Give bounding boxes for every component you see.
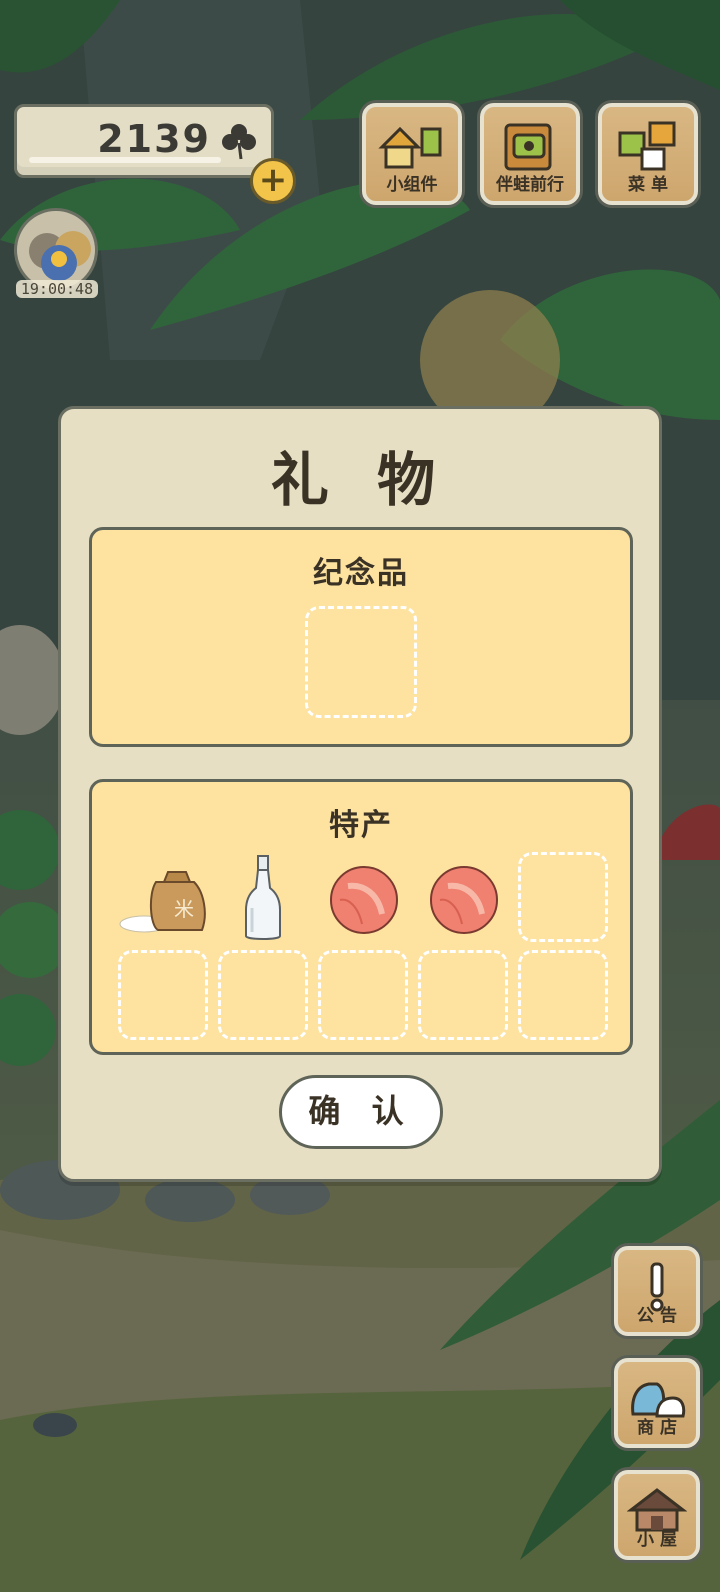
clover-icon [222, 124, 256, 160]
journey-button[interactable]: 伴蛙前行 [480, 103, 580, 205]
peach-icon [330, 866, 398, 934]
menu-button[interactable]: 菜 单 [598, 103, 698, 205]
rice-glyph: 米 [174, 897, 194, 921]
clover-count: 2139 [97, 117, 211, 161]
journey-icon [504, 123, 552, 171]
notice-label: 公 告 [637, 1306, 677, 1326]
clover-counter: 2139 [14, 104, 274, 178]
specialty-slot-6[interactable] [118, 950, 208, 1040]
souvenir-title: 纪念品 [313, 556, 409, 591]
specialty-title: 特产 [329, 808, 393, 843]
specialty-slot-7[interactable] [218, 950, 308, 1040]
rice-bag-item[interactable]: 米 [118, 854, 208, 944]
menu-label: 菜 单 [628, 175, 668, 195]
widget-icon [378, 126, 442, 169]
specialty-slot-8[interactable] [318, 950, 408, 1040]
gift-dialog: 礼 物 纪念品 特产 米 确 认 [58, 406, 662, 1182]
notice-button[interactable]: 公 告 [614, 1246, 700, 1336]
bottle-item[interactable] [218, 854, 308, 944]
shop-button[interactable]: 商 店 [614, 1358, 700, 1448]
widget-button[interactable]: 小组件 [362, 103, 462, 205]
souvenir-panel: 纪念品 [89, 527, 633, 747]
rice-bag-icon: 米 [119, 871, 206, 933]
shop-label: 商 店 [637, 1418, 677, 1438]
peach-item-2[interactable] [418, 854, 508, 944]
specialty-slot-10[interactable] [518, 950, 608, 1040]
specialty-slot-5[interactable] [518, 852, 608, 942]
clover-progress-bar [29, 157, 221, 163]
travel-timer: 19:00:48 [16, 280, 98, 298]
add-clover-button[interactable]: + [250, 158, 296, 204]
house-button[interactable]: 小 屋 [614, 1470, 700, 1560]
peach-icon [430, 866, 498, 934]
widget-label: 小组件 [386, 175, 438, 195]
journey-label: 伴蛙前行 [496, 175, 564, 195]
specialty-panel: 特产 米 [89, 779, 633, 1055]
confirm-button[interactable]: 确 认 [279, 1075, 443, 1149]
peach-item-1[interactable] [318, 854, 408, 944]
menu-icon [618, 121, 676, 171]
souvenir-slot[interactable] [305, 606, 417, 718]
house-label: 小 屋 [637, 1530, 677, 1550]
bottle-icon [245, 855, 281, 940]
specialty-slot-9[interactable] [418, 950, 508, 1040]
dialog-title: 礼 物 [270, 446, 450, 514]
